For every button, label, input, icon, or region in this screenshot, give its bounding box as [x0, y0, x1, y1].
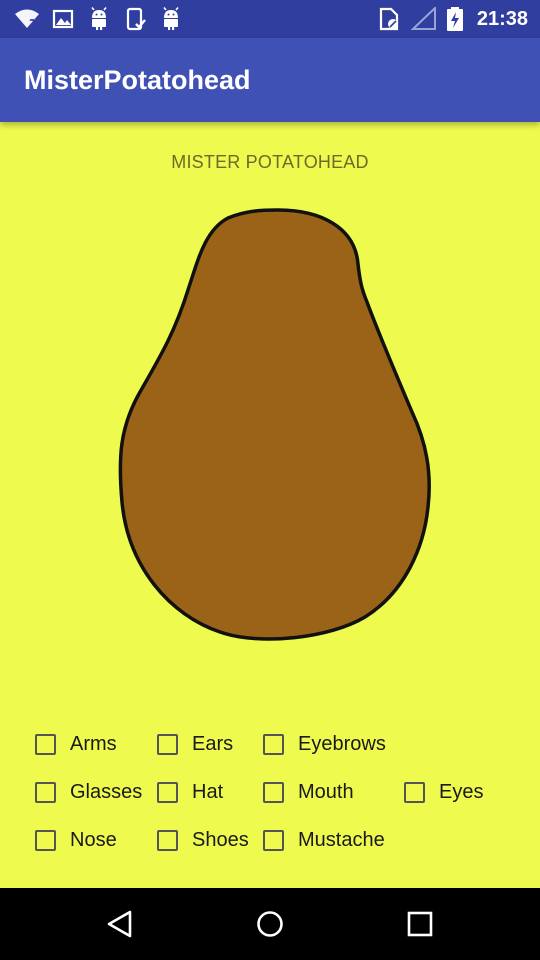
- signal-icon: [411, 7, 436, 30]
- app-title: MisterPotatohead: [24, 65, 251, 95]
- back-icon[interactable]: [96, 900, 144, 948]
- option-label: Hat: [192, 781, 224, 803]
- option-mouth[interactable]: Mouth: [261, 775, 354, 809]
- option-eyes[interactable]: Eyes: [402, 775, 483, 809]
- option-ears[interactable]: Ears: [155, 727, 233, 761]
- option-label: Shoes: [192, 829, 249, 851]
- potato-image: [118, 208, 431, 641]
- mouth-checkbox[interactable]: [263, 781, 284, 803]
- eyebrows-checkbox[interactable]: [263, 733, 284, 755]
- status-bar: ? 21:38: [0, 0, 540, 38]
- phone-check-icon: [126, 7, 146, 31]
- android-icon: [91, 7, 107, 30]
- option-mustache[interactable]: Mustache: [261, 823, 385, 857]
- option-label: Eyebrows: [298, 733, 386, 755]
- option-label: Glasses: [70, 781, 143, 803]
- option-label: Eyes: [439, 781, 484, 803]
- option-label: Arms: [70, 733, 117, 755]
- hat-checkbox[interactable]: [157, 781, 178, 803]
- status-time: 21:38: [476, 8, 528, 30]
- wifi-question-icon: ?: [15, 9, 39, 31]
- mustache-checkbox[interactable]: [263, 829, 284, 851]
- app-bar: MisterPotatohead: [0, 38, 540, 122]
- option-nose[interactable]: Nose: [33, 823, 117, 857]
- image-icon: [52, 9, 74, 29]
- eyes-checkbox[interactable]: [404, 781, 425, 803]
- sim-card-icon: [379, 7, 399, 31]
- option-eyebrows[interactable]: Eyebrows: [261, 727, 386, 761]
- page-heading: MISTER POTATOHEAD: [171, 152, 369, 172]
- navigation-bar: [0, 888, 540, 960]
- home-icon[interactable]: [246, 900, 294, 948]
- battery-charging-icon: [447, 7, 463, 31]
- potato-body: [118, 208, 431, 641]
- option-arms[interactable]: Arms: [33, 727, 117, 761]
- shoes-checkbox[interactable]: [157, 829, 178, 851]
- option-label: Mustache: [298, 829, 385, 851]
- option-label: Mouth: [298, 781, 354, 803]
- ears-checkbox[interactable]: [157, 733, 178, 755]
- option-glasses[interactable]: Glasses: [33, 775, 142, 809]
- option-label: Ears: [192, 733, 234, 755]
- option-hat[interactable]: Hat: [155, 775, 223, 809]
- option-label: Nose: [70, 829, 117, 851]
- nose-checkbox[interactable]: [35, 829, 56, 851]
- android-icon: [163, 7, 179, 30]
- option-shoes[interactable]: Shoes: [155, 823, 249, 857]
- svg-text:?: ?: [29, 17, 36, 31]
- arms-checkbox[interactable]: [35, 733, 56, 755]
- main-content: MISTER POTATOHEAD Arms Ears Eyebrows Gla…: [0, 122, 540, 888]
- glasses-checkbox[interactable]: [35, 781, 56, 803]
- recents-icon[interactable]: [396, 900, 444, 948]
